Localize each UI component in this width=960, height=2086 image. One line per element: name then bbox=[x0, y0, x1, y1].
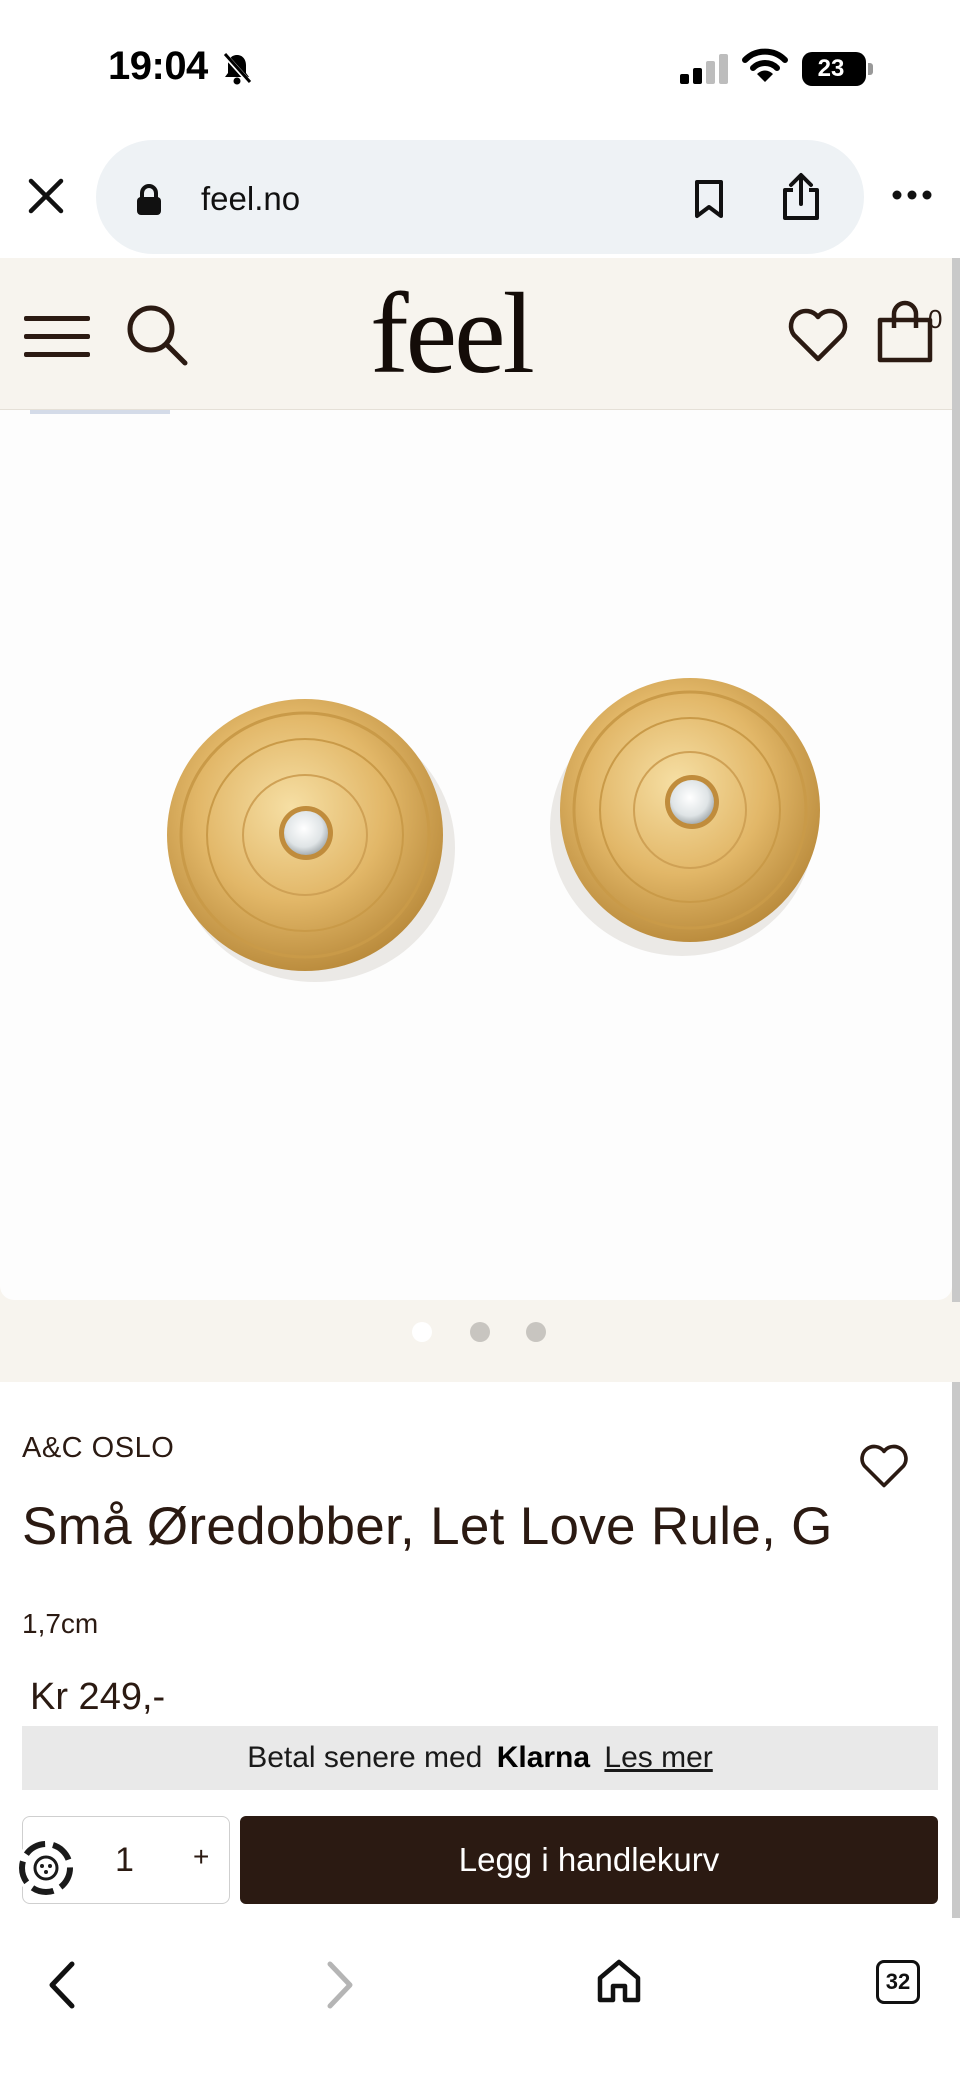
quantity-increase-button[interactable]: + bbox=[193, 1841, 209, 1873]
product-image-gallery[interactable] bbox=[0, 410, 960, 1302]
site-header: feel 0 bbox=[0, 258, 960, 410]
bookmark-icon[interactable] bbox=[692, 178, 726, 220]
forward-icon[interactable] bbox=[322, 1960, 358, 2010]
carousel-dot-2[interactable] bbox=[470, 1322, 490, 1342]
close-icon[interactable] bbox=[24, 174, 68, 218]
url-text: feel.no bbox=[201, 180, 301, 217]
klarna-banner: Betal senere med Klarna Les mer bbox=[22, 1726, 938, 1790]
product-size: 1,7cm bbox=[22, 1608, 99, 1639]
shopping-bag-icon[interactable] bbox=[876, 298, 934, 364]
chat-widget-icon[interactable] bbox=[14, 1836, 78, 1900]
klarna-read-more-link[interactable]: Les mer bbox=[604, 1741, 712, 1774]
battery-icon: 23 bbox=[802, 52, 873, 86]
carousel-dot-1[interactable] bbox=[412, 1322, 432, 1342]
back-icon[interactable] bbox=[44, 1960, 80, 2010]
earrings-image bbox=[167, 678, 820, 982]
heart-icon[interactable] bbox=[786, 306, 850, 364]
klarna-prefix: Betal senere med bbox=[247, 1741, 483, 1774]
more-icon[interactable] bbox=[892, 190, 932, 200]
product-price: Kr 249,- bbox=[30, 1676, 166, 1718]
status-time: 19:04 bbox=[108, 44, 208, 88]
cart-count: 0 bbox=[928, 304, 943, 334]
favorite-heart-icon[interactable] bbox=[858, 1442, 910, 1490]
wifi-icon bbox=[742, 48, 788, 82]
product-image[interactable] bbox=[0, 410, 952, 1300]
lock-icon bbox=[137, 184, 161, 215]
home-icon[interactable] bbox=[596, 1958, 642, 2004]
browser-toolbar: 32 bbox=[0, 1918, 960, 2086]
url-field[interactable]: feel.no bbox=[96, 140, 864, 254]
battery-level: 23 bbox=[817, 55, 845, 82]
scrollbar[interactable] bbox=[952, 258, 960, 1918]
klarna-logo: Klarna bbox=[496, 1741, 591, 1774]
product-brand[interactable]: A&C OSLO bbox=[22, 1432, 174, 1465]
bell-off-icon bbox=[222, 52, 252, 85]
carousel-pagination bbox=[0, 1302, 960, 1382]
product-info: A&C OSLO Små Øredobber, Let Love Rule, G… bbox=[0, 1382, 952, 1918]
browser-address-bar: feel.no bbox=[0, 130, 960, 258]
product-title: Små Øredobber, Let Love Rule, G bbox=[22, 1497, 833, 1556]
quantity-value[interactable]: 1 bbox=[115, 1841, 134, 1880]
carousel-dot-3[interactable] bbox=[526, 1322, 546, 1342]
site-logo[interactable]: feel bbox=[370, 276, 535, 392]
tabs-icon[interactable]: 32 bbox=[876, 1960, 920, 2004]
add-to-cart-button[interactable]: Legg i handlekurv bbox=[240, 1816, 938, 1904]
signal-icon bbox=[680, 54, 728, 84]
menu-icon[interactable] bbox=[24, 316, 90, 357]
status-bar: 19:04 23 bbox=[0, 0, 960, 130]
search-icon[interactable] bbox=[124, 302, 190, 368]
share-icon[interactable] bbox=[780, 172, 822, 222]
